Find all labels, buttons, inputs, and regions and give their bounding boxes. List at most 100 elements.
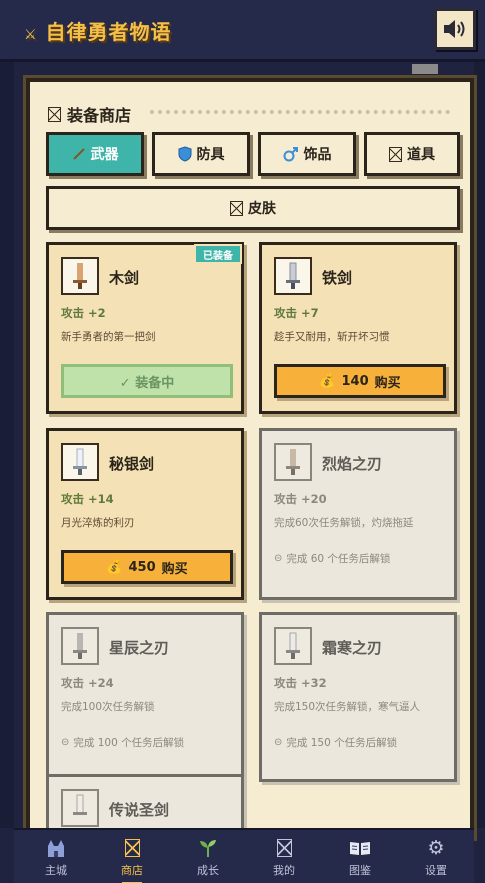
tab-item[interactable]: 道具 xyxy=(364,132,460,176)
holy-sword-icon xyxy=(61,789,99,827)
item-card-star-blade[interactable]: 星辰之刃 攻击 +24 完成100次任务解锁 ⊝ 完成 100 个任务后解锁 xyxy=(46,612,244,782)
box-icon xyxy=(276,839,292,857)
equipped-button-label: ✓ 装备中 xyxy=(119,375,175,391)
buy-label: 购买 xyxy=(374,375,401,391)
box-icon xyxy=(389,146,402,162)
nav-item-profile[interactable]: 我的 xyxy=(246,830,322,883)
money-bag-icon: 💰 xyxy=(106,559,123,575)
app-header: ⚔ 自律勇者物语 xyxy=(0,0,485,62)
item-name: 传说圣剑 xyxy=(109,801,170,819)
tab-skin-label: 皮肤 xyxy=(248,201,276,217)
book-icon xyxy=(349,837,371,859)
crossed-swords-icon: ⚔ xyxy=(24,27,38,43)
item-description: 新手勇者的第一把剑 xyxy=(61,331,156,343)
sprout-icon xyxy=(197,837,219,859)
flame-blade-icon xyxy=(274,443,312,481)
ring-icon xyxy=(283,147,298,162)
speaker-icon xyxy=(444,20,465,38)
price: 140 xyxy=(341,373,369,389)
item-name: 木剑 xyxy=(109,269,140,287)
item-attack: 攻击 +32 xyxy=(274,676,327,690)
item-card-frost-blade[interactable]: 霜寒之刃 攻击 +32 完成150次任务解锁，寒气逼人 ⊝ 完成 150 个任务… xyxy=(259,612,457,782)
lock-icon: ⊝ xyxy=(274,737,283,748)
equipped-button: ✓ 装备中 xyxy=(61,364,233,398)
item-description: 完成60次任务解锁，灼烧拖延 xyxy=(274,517,414,529)
item-name: 霜寒之刃 xyxy=(322,639,383,657)
right-rail xyxy=(474,62,485,828)
item-description: 月光淬炼的利刃 xyxy=(61,517,135,529)
shop-title: 装备商店 xyxy=(48,102,131,126)
equipped-badge: 已装备 xyxy=(194,244,242,264)
nav-label: 成长 xyxy=(197,864,219,877)
tab-accessory[interactable]: 饰品 xyxy=(258,132,356,176)
bottom-nav: 主城 商店 成长 我的 图鉴 ⚙ 设置 xyxy=(14,828,474,883)
frost-blade-icon xyxy=(274,627,312,665)
nav-label: 主城 xyxy=(45,864,67,877)
tab-weapon-label: 武器 xyxy=(90,147,119,163)
item-name: 铁剑 xyxy=(322,269,353,287)
lock-icon: ⊝ xyxy=(61,737,70,748)
app-title-text: 自律勇者物语 xyxy=(45,20,172,44)
shop-panel: 装备商店 武器 防具 饰品 道具 皮肤 已装备 木剑 攻击 +2 新手勇者的第一… xyxy=(26,78,474,838)
sound-toggle-button[interactable] xyxy=(434,8,476,50)
gear-icon: ⚙ xyxy=(427,837,445,859)
item-description: 趁手又耐用，斩开坏习惯 xyxy=(274,331,390,343)
star-blade-icon xyxy=(61,627,99,665)
shield-icon xyxy=(178,146,191,162)
item-attack: 攻击 +7 xyxy=(274,306,319,320)
item-attack: 攻击 +20 xyxy=(274,492,327,506)
nav-label: 商店 xyxy=(121,864,143,877)
buy-button[interactable]: 💰 140 购买 xyxy=(274,364,446,398)
nav-label: 设置 xyxy=(425,864,447,877)
unlock-requirement-text: 完成 60 个任务后解锁 xyxy=(286,553,391,565)
nav-item-city[interactable]: 主城 xyxy=(18,830,94,883)
nav-item-growth[interactable]: 成长 xyxy=(170,830,246,883)
item-attack: 攻击 +14 xyxy=(61,492,114,506)
box-icon xyxy=(230,200,243,216)
item-name: 烈焰之刃 xyxy=(322,455,383,473)
unlock-requirement-text: 完成 150 个任务后解锁 xyxy=(286,737,398,749)
item-card-mithril-sword[interactable]: 秘银剑 攻击 +14 月光淬炼的利刃 💰 450 购买 xyxy=(46,428,244,600)
nav-item-codex[interactable]: 图鉴 xyxy=(322,830,398,883)
item-card-flame-blade[interactable]: 烈焰之刃 攻击 +20 完成60次任务解锁，灼烧拖延 ⊝ 完成 60 个任务后解… xyxy=(259,428,457,600)
unlock-requirement: ⊝ 完成 100 个任务后解锁 xyxy=(61,735,184,750)
nav-label: 图鉴 xyxy=(349,864,371,877)
sword-icon xyxy=(72,148,85,160)
castle-icon xyxy=(45,837,67,859)
unlock-requirement: ⊝ 完成 150 个任务后解锁 xyxy=(274,735,397,750)
item-card-iron-sword[interactable]: 铁剑 攻击 +7 趁手又耐用，斩开坏习惯 💰 140 购买 xyxy=(259,242,457,414)
box-icon xyxy=(48,106,61,122)
lock-icon: ⊝ xyxy=(274,553,283,564)
app-title: ⚔ 自律勇者物语 xyxy=(24,16,172,45)
item-card-wood-sword[interactable]: 已装备 木剑 攻击 +2 新手勇者的第一把剑 ✓ 装备中 xyxy=(46,242,244,414)
item-description: 完成100次任务解锁 xyxy=(61,701,155,713)
buy-label: 购买 xyxy=(161,561,188,577)
item-name: 星辰之刃 xyxy=(109,639,170,657)
box-icon xyxy=(124,839,140,857)
left-rail xyxy=(0,62,14,828)
nav-item-shop[interactable]: 商店 xyxy=(94,830,170,883)
unlock-requirement: ⊝ 完成 60 个任务后解锁 xyxy=(274,551,390,566)
tab-accessory-label: 饰品 xyxy=(303,147,332,163)
nav-item-settings[interactable]: ⚙ 设置 xyxy=(398,830,474,883)
wood-sword-icon xyxy=(61,257,99,295)
item-attack: 攻击 +2 xyxy=(61,306,106,320)
item-description: 完成150次任务解锁，寒气逼人 xyxy=(274,701,421,713)
title-divider xyxy=(150,110,450,114)
tab-weapon[interactable]: 武器 xyxy=(46,132,144,176)
buy-button[interactable]: 💰 450 购买 xyxy=(61,550,233,584)
money-bag-icon: 💰 xyxy=(319,373,336,389)
price: 450 xyxy=(128,559,156,575)
iron-sword-icon xyxy=(274,257,312,295)
item-attack: 攻击 +24 xyxy=(61,676,114,690)
shop-title-text: 装备商店 xyxy=(67,106,132,125)
nav-label: 我的 xyxy=(273,864,295,877)
mithril-sword-icon xyxy=(61,443,99,481)
scrollbar-thumb[interactable] xyxy=(412,64,438,74)
item-name: 秘银剑 xyxy=(109,455,155,473)
unlock-requirement-text: 完成 100 个任务后解锁 xyxy=(73,737,185,749)
tab-item-label: 道具 xyxy=(407,147,435,163)
tab-armor[interactable]: 防具 xyxy=(152,132,250,176)
tab-skin[interactable]: 皮肤 xyxy=(46,186,460,230)
tab-armor-label: 防具 xyxy=(196,147,225,163)
